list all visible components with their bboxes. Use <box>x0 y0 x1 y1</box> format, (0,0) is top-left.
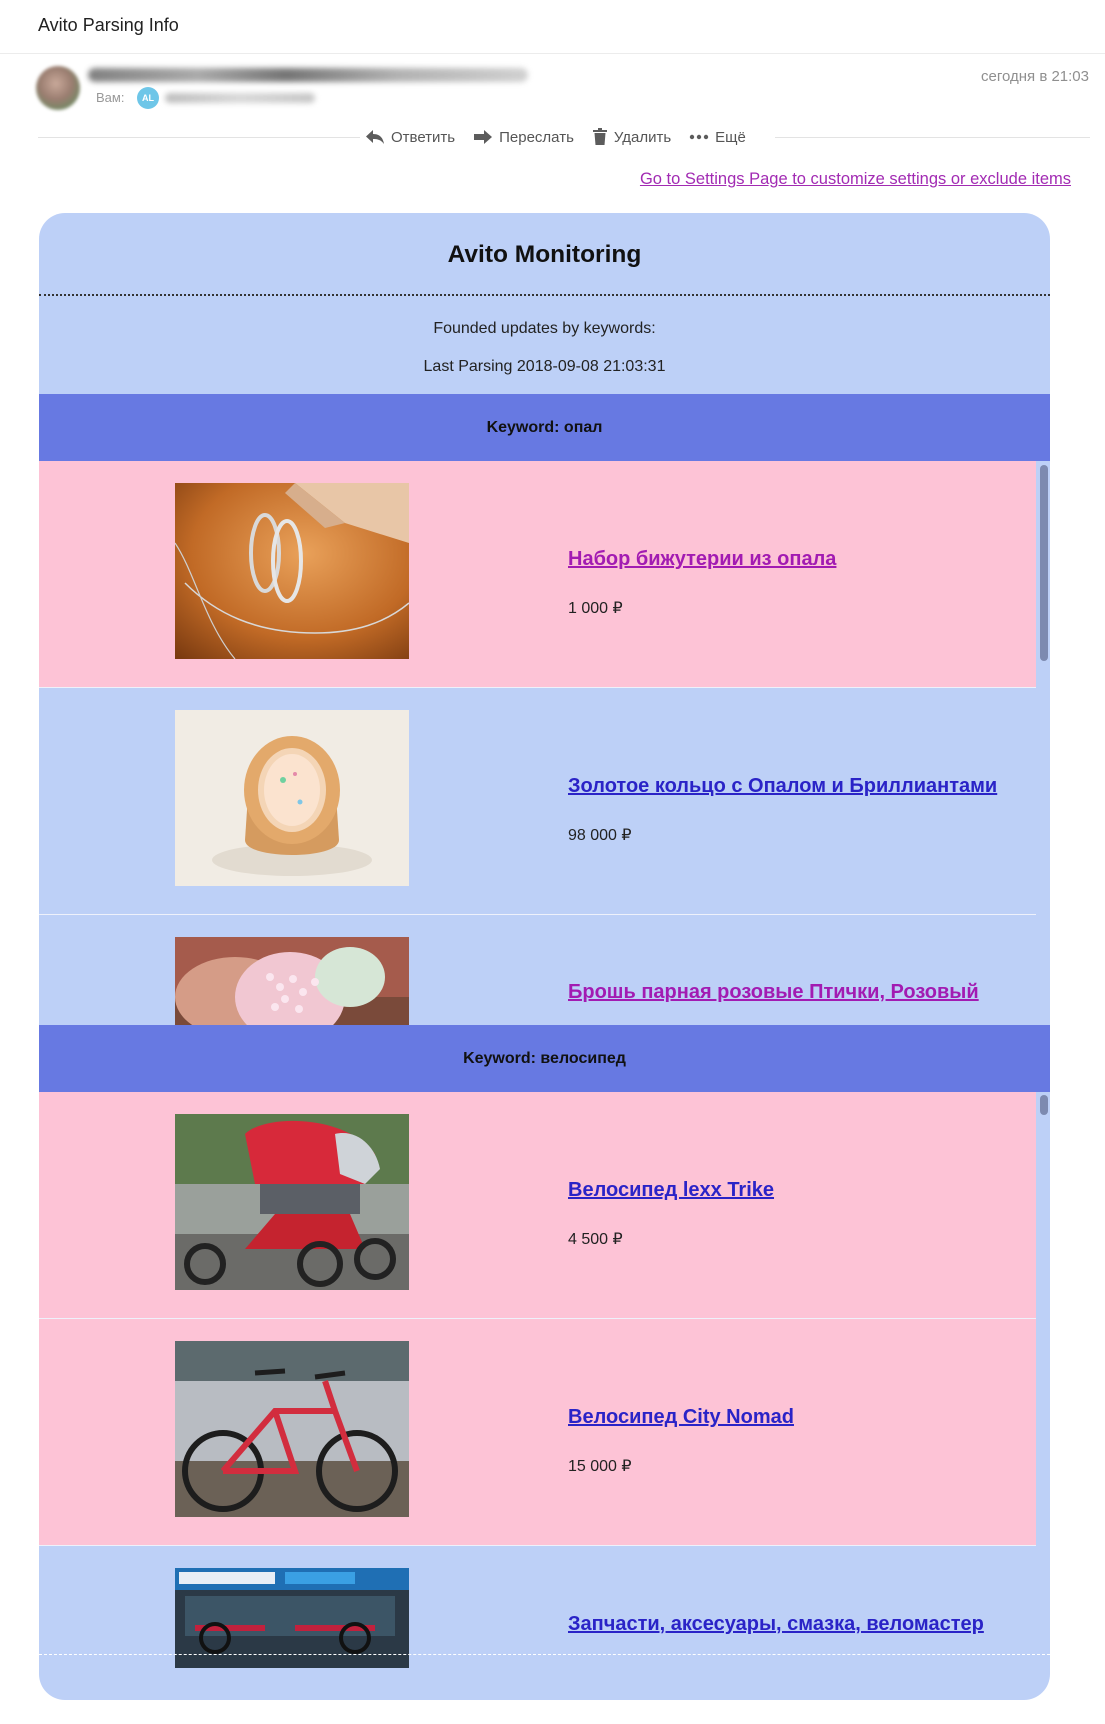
recipient-avatar-badge[interactable]: AL <box>137 87 159 109</box>
item-photo-city-nomad[interactable] <box>175 1341 409 1517</box>
list-item: Золотое кольцо с Опалом и Бриллиантами 9… <box>39 688 1036 915</box>
founded-updates-text: Founded updates by keywords: <box>433 320 656 337</box>
listing-price: 4 500 ₽ <box>568 1231 623 1248</box>
recipient-address-redacted <box>165 93 315 103</box>
item-photo-brooch[interactable] <box>175 937 409 1025</box>
divider <box>775 137 1090 138</box>
delete-label: Удалить <box>613 128 672 146</box>
keyword-results-list[interactable]: Набор бижутерии из опала 1 000 ₽ Золотое… <box>39 461 1050 1025</box>
listing-title-link[interactable]: Набор бижутерии из опала <box>568 548 836 571</box>
settings-page-link[interactable]: Go to Settings Page to customize setting… <box>640 170 1071 189</box>
dashed-divider <box>39 1654 1050 1655</box>
forward-label: Переслать <box>499 128 574 146</box>
dotted-divider <box>39 294 1050 296</box>
more-label: Ещё <box>715 128 746 146</box>
listing-title-link[interactable]: Золотое кольцо с Опалом и Бриллиантами <box>568 775 997 798</box>
monitoring-card: Avito Monitoring Founded updates by keyw… <box>39 213 1050 1700</box>
results-scrollbar[interactable] <box>1040 1095 1048 1115</box>
keyword-results-list[interactable]: Велосипед lexx Trike 4 500 ₽ Велосипед C… <box>39 1092 1050 1668</box>
monitoring-title: Avito Monitoring <box>447 241 642 268</box>
list-item: Набор бижутерии из опала 1 000 ₽ <box>39 461 1036 688</box>
listing-title-link[interactable]: Запчасти, аксесуары, смазка, веломастер <box>568 1613 984 1636</box>
keyword-header-bicycle: Keyword: велосипед <box>39 1025 1050 1092</box>
item-photo-bike-shop[interactable] <box>175 1568 409 1668</box>
reply-label: Ответить <box>391 128 456 146</box>
item-photo-jewelry-set[interactable] <box>175 483 409 659</box>
listing-title-link[interactable]: Велосипед City Nomad <box>568 1406 794 1429</box>
listing-price: 15 000 ₽ <box>568 1458 632 1475</box>
listing-price: 98 000 ₽ <box>568 827 632 844</box>
item-photo-gold-ring[interactable] <box>175 710 409 886</box>
listing-title-link[interactable]: Брошь парная розовые Птички, Розовый <box>568 981 979 1004</box>
list-item: Велосипед City Nomad 15 000 ₽ <box>39 1319 1036 1546</box>
divider <box>38 137 360 138</box>
results-scrollbar[interactable] <box>1040 465 1048 661</box>
sender-avatar[interactable] <box>36 66 80 110</box>
reply-button[interactable]: Ответить <box>365 129 455 146</box>
item-photo-lexx-trike[interactable] <box>175 1114 409 1290</box>
delete-button[interactable]: Удалить <box>592 128 671 146</box>
list-item: Брошь парная розовые Птички, Розовый <box>39 915 1036 1025</box>
recipient-label: Вам: <box>96 90 125 105</box>
trash-icon <box>592 128 607 145</box>
listing-title-link[interactable]: Велосипед lexx Trike <box>568 1179 774 1202</box>
listing-price: 1 000 ₽ <box>568 600 623 617</box>
forward-icon <box>474 130 493 144</box>
list-item: Велосипед lexx Trike 4 500 ₽ <box>39 1092 1036 1319</box>
email-actions-toolbar: Ответить Переслать Удалить Ещё <box>365 125 764 149</box>
forward-button[interactable]: Переслать <box>473 129 574 146</box>
more-button[interactable]: Ещё <box>689 129 746 146</box>
email-date: сегодня в 21:03 <box>981 68 1089 85</box>
list-item: Запчасти, аксесуары, смазка, веломастер <box>39 1546 1036 1668</box>
sender-name-redacted <box>88 68 528 82</box>
email-subject: Avito Parsing Info <box>38 15 179 35</box>
subject-bar: Avito Parsing Info <box>0 0 1105 54</box>
last-parsing-text: Last Parsing 2018-09-08 21:03:31 <box>423 358 666 375</box>
more-dots-icon <box>689 134 709 140</box>
reply-icon <box>366 130 384 144</box>
keyword-header-opal: Keyword: опал <box>39 394 1050 461</box>
